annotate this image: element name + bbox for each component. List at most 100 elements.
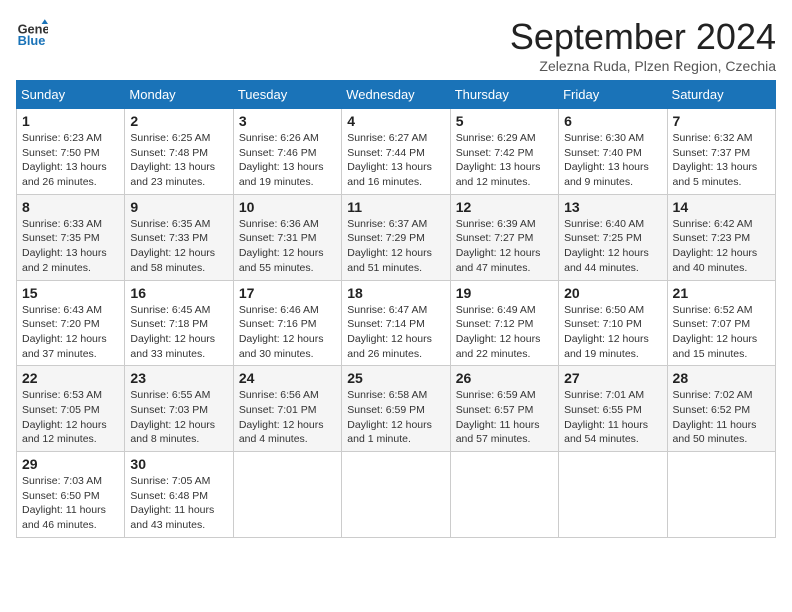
calendar-week-1: 8 Sunrise: 6:33 AMSunset: 7:35 PMDaylight… [17, 194, 776, 280]
day-info: Sunrise: 6:37 AMSunset: 7:29 PMDaylight:… [347, 217, 444, 276]
calendar-week-2: 15 Sunrise: 6:43 AMSunset: 7:20 PMDayligh… [17, 280, 776, 366]
day-number: 17 [239, 285, 336, 301]
calendar-cell: 20 Sunrise: 6:50 AMSunset: 7:10 PMDayligh… [559, 280, 667, 366]
day-number: 22 [22, 370, 119, 386]
day-number: 11 [347, 199, 444, 215]
day-info: Sunrise: 6:40 AMSunset: 7:25 PMDaylight:… [564, 217, 661, 276]
calendar-cell: 27 Sunrise: 7:01 AMSunset: 6:55 PMDayligh… [559, 366, 667, 452]
day-number: 19 [456, 285, 553, 301]
header-cell-monday: Monday [125, 81, 233, 109]
calendar-cell: 9 Sunrise: 6:35 AMSunset: 7:33 PMDaylight… [125, 194, 233, 280]
calendar-week-4: 29Sunrise: 7:03 AMSunset: 6:50 PMDayligh… [17, 452, 776, 538]
day-info: Sunrise: 6:50 AMSunset: 7:10 PMDaylight:… [564, 303, 661, 362]
day-number: 9 [130, 199, 227, 215]
calendar-cell: 15 Sunrise: 6:43 AMSunset: 7:20 PMDayligh… [17, 280, 125, 366]
calendar-cell: 17 Sunrise: 6:46 AMSunset: 7:16 PMDayligh… [233, 280, 341, 366]
month-title: September 2024 [510, 16, 776, 58]
header-cell-wednesday: Wednesday [342, 81, 450, 109]
day-info: Sunrise: 6:53 AMSunset: 7:05 PMDaylight:… [22, 388, 119, 447]
day-number: 20 [564, 285, 661, 301]
day-number: 16 [130, 285, 227, 301]
day-number: 3 [239, 113, 336, 129]
day-info: Sunrise: 6:49 AMSunset: 7:12 PMDaylight:… [456, 303, 553, 362]
calendar-cell: 14 Sunrise: 6:42 AMSunset: 7:23 PMDayligh… [667, 194, 775, 280]
logo: General Blue [16, 16, 48, 48]
calendar-cell: 18 Sunrise: 6:47 AMSunset: 7:14 PMDayligh… [342, 280, 450, 366]
calendar-cell: 13Sunrise: 6:40 AMSunset: 7:25 PMDayligh… [559, 194, 667, 280]
calendar-cell: 10 Sunrise: 6:36 AMSunset: 7:31 PMDayligh… [233, 194, 341, 280]
day-number: 4 [347, 113, 444, 129]
day-number: 26 [456, 370, 553, 386]
calendar-cell [559, 452, 667, 538]
day-number: 23 [130, 370, 227, 386]
day-number: 25 [347, 370, 444, 386]
day-info: Sunrise: 6:33 AMSunset: 7:35 PMDaylight:… [22, 217, 119, 276]
calendar-cell [342, 452, 450, 538]
day-info: Sunrise: 6:26 AMSunset: 7:46 PMDaylight:… [239, 131, 336, 190]
day-number: 24 [239, 370, 336, 386]
day-info: Sunrise: 6:27 AMSunset: 7:44 PMDaylight:… [347, 131, 444, 190]
day-number: 6 [564, 113, 661, 129]
calendar-cell: 2Sunrise: 6:25 AMSunset: 7:48 PMDaylight… [125, 109, 233, 195]
calendar-cell: 8 Sunrise: 6:33 AMSunset: 7:35 PMDaylight… [17, 194, 125, 280]
day-number: 27 [564, 370, 661, 386]
day-info: Sunrise: 6:56 AMSunset: 7:01 PMDaylight:… [239, 388, 336, 447]
calendar-cell: 4 Sunrise: 6:27 AMSunset: 7:44 PMDaylight… [342, 109, 450, 195]
header-cell-saturday: Saturday [667, 81, 775, 109]
svg-text:Blue: Blue [18, 33, 46, 48]
day-info: Sunrise: 6:47 AMSunset: 7:14 PMDaylight:… [347, 303, 444, 362]
day-info: Sunrise: 7:01 AMSunset: 6:55 PMDaylight:… [564, 388, 661, 447]
day-info: Sunrise: 6:42 AMSunset: 7:23 PMDaylight:… [673, 217, 770, 276]
day-number: 7 [673, 113, 770, 129]
day-info: Sunrise: 6:52 AMSunset: 7:07 PMDaylight:… [673, 303, 770, 362]
day-info: Sunrise: 6:39 AMSunset: 7:27 PMDaylight:… [456, 217, 553, 276]
calendar-cell [667, 452, 775, 538]
header: General Blue September 2024 Zelezna Ruda… [16, 16, 776, 74]
calendar-cell: 23 Sunrise: 6:55 AMSunset: 7:03 PMDayligh… [125, 366, 233, 452]
day-number: 8 [22, 199, 119, 215]
calendar-cell: 3 Sunrise: 6:26 AMSunset: 7:46 PMDaylight… [233, 109, 341, 195]
calendar-cell [450, 452, 558, 538]
day-number: 14 [673, 199, 770, 215]
day-info: Sunrise: 7:05 AMSunset: 6:48 PMDaylight:… [130, 474, 227, 533]
day-info: Sunrise: 7:03 AMSunset: 6:50 PMDaylight:… [22, 474, 119, 533]
day-number: 2 [130, 113, 227, 129]
day-number: 21 [673, 285, 770, 301]
location: Zelezna Ruda, Plzen Region, Czechia [510, 58, 776, 74]
calendar-cell: 6Sunrise: 6:30 AMSunset: 7:40 PMDaylight… [559, 109, 667, 195]
day-info: Sunrise: 6:23 AMSunset: 7:50 PMDaylight:… [22, 131, 119, 190]
calendar-cell: 5Sunrise: 6:29 AMSunset: 7:42 PMDaylight… [450, 109, 558, 195]
calendar-cell: 22 Sunrise: 6:53 AMSunset: 7:05 PMDayligh… [17, 366, 125, 452]
day-number: 15 [22, 285, 119, 301]
day-info: Sunrise: 6:36 AMSunset: 7:31 PMDaylight:… [239, 217, 336, 276]
calendar-body: 1 Sunrise: 6:23 AMSunset: 7:50 PMDaylight… [17, 109, 776, 538]
day-number: 1 [22, 113, 119, 129]
day-info: Sunrise: 6:43 AMSunset: 7:20 PMDaylight:… [22, 303, 119, 362]
calendar-cell: 1 Sunrise: 6:23 AMSunset: 7:50 PMDaylight… [17, 109, 125, 195]
calendar-cell: 16 Sunrise: 6:45 AMSunset: 7:18 PMDayligh… [125, 280, 233, 366]
calendar-cell: 26Sunrise: 6:59 AMSunset: 6:57 PMDayligh… [450, 366, 558, 452]
day-number: 10 [239, 199, 336, 215]
day-number: 30 [130, 456, 227, 472]
header-cell-friday: Friday [559, 81, 667, 109]
calendar-cell: 11 Sunrise: 6:37 AMSunset: 7:29 PMDayligh… [342, 194, 450, 280]
calendar-cell: 7 Sunrise: 6:32 AMSunset: 7:37 PMDaylight… [667, 109, 775, 195]
day-info: Sunrise: 6:45 AMSunset: 7:18 PMDaylight:… [130, 303, 227, 362]
calendar-cell: 29Sunrise: 7:03 AMSunset: 6:50 PMDayligh… [17, 452, 125, 538]
day-info: Sunrise: 6:35 AMSunset: 7:33 PMDaylight:… [130, 217, 227, 276]
day-number: 28 [673, 370, 770, 386]
header-row: SundayMondayTuesdayWednesdayThursdayFrid… [17, 81, 776, 109]
day-number: 18 [347, 285, 444, 301]
day-info: Sunrise: 6:55 AMSunset: 7:03 PMDaylight:… [130, 388, 227, 447]
calendar-cell: 12 Sunrise: 6:39 AMSunset: 7:27 PMDayligh… [450, 194, 558, 280]
calendar-cell: 21 Sunrise: 6:52 AMSunset: 7:07 PMDayligh… [667, 280, 775, 366]
header-cell-tuesday: Tuesday [233, 81, 341, 109]
calendar-header: SundayMondayTuesdayWednesdayThursdayFrid… [17, 81, 776, 109]
day-info: Sunrise: 6:32 AMSunset: 7:37 PMDaylight:… [673, 131, 770, 190]
calendar-week-0: 1 Sunrise: 6:23 AMSunset: 7:50 PMDaylight… [17, 109, 776, 195]
day-number: 5 [456, 113, 553, 129]
day-info: Sunrise: 6:46 AMSunset: 7:16 PMDaylight:… [239, 303, 336, 362]
calendar-cell: 28Sunrise: 7:02 AMSunset: 6:52 PMDayligh… [667, 366, 775, 452]
header-cell-sunday: Sunday [17, 81, 125, 109]
day-number: 12 [456, 199, 553, 215]
